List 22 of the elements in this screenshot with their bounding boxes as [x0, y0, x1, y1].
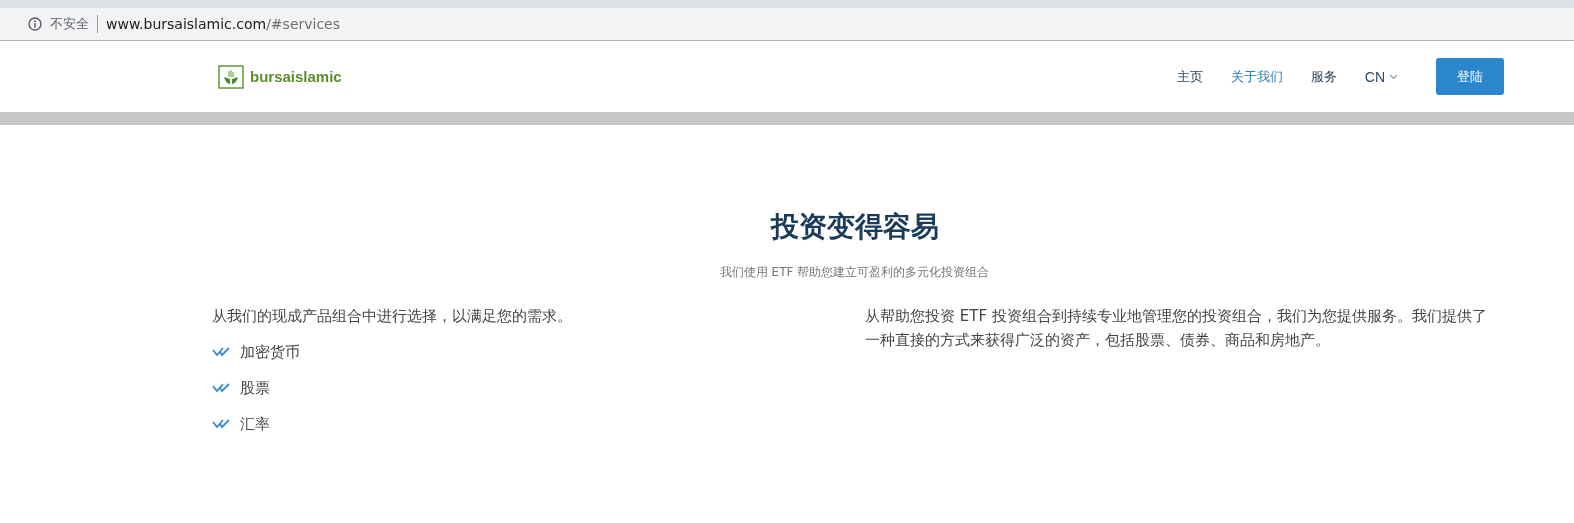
services-description: 从帮助您投资 ETF 投资组合到持续专业地管理您的投资组合，我们为您提供服务。我们提供了一种直接的方式来获得广泛的资产，包括股票、债券、商品和房地产。 [865, 306, 1488, 351]
double-check-icon [212, 383, 232, 393]
feature-text: 加密货币 [240, 342, 300, 363]
security-label[interactable]: 不安全 [50, 15, 98, 33]
feature-text: 汇率 [240, 414, 270, 435]
nav-link[interactable]: 主页 [1176, 67, 1203, 86]
url-host[interactable]: www.bursaislamic.com [106, 16, 267, 32]
info-icon[interactable] [28, 17, 42, 31]
url-path[interactable]: /#services [266, 16, 341, 32]
nav-link[interactable]: 服务 [1310, 67, 1337, 86]
login-button[interactable]: 登陆 [1436, 58, 1504, 95]
logo-text[interactable]: bursaislamic [250, 68, 342, 85]
language-dropdown[interactable]: CN [1364, 68, 1398, 85]
feature-text: 股票 [240, 378, 270, 399]
nav-link[interactable]: 关于我们 [1230, 67, 1283, 86]
double-check-icon [212, 347, 232, 357]
double-check-icon [212, 419, 232, 429]
chevron-down-icon [1389, 73, 1398, 80]
section-title: 投资变得容易 [769, 209, 940, 245]
section-subtitle: 我们使用 ETF 帮助您建立可盈利的多元化投资组合 [718, 264, 991, 281]
intro-text: 从我们的现成产品组合中进行选择，以满足您的需求。 [212, 306, 572, 327]
logo-hands-icon[interactable] [218, 64, 244, 89]
